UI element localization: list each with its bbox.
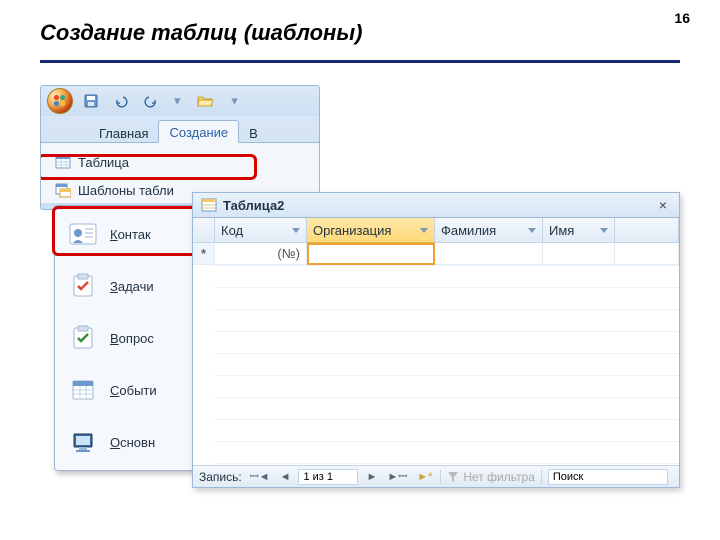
- ribbon-table-templates-label: Шаблоны табли: [78, 183, 174, 198]
- datasheet-window: Таблица2 × Код Организация Фамилия Имя *…: [192, 192, 680, 488]
- menu-item-issues[interactable]: Вопрос: [58, 313, 196, 363]
- column-label: Фамилия: [441, 223, 496, 238]
- tab-partial[interactable]: В: [239, 122, 268, 143]
- ribbon-tabs: Главная Создание В: [41, 116, 319, 142]
- datasheet-title: Таблица2: [223, 198, 649, 213]
- cell-firstname[interactable]: [543, 243, 615, 265]
- issues-icon: [66, 323, 100, 353]
- menu-item-label: Событи: [110, 383, 157, 398]
- column-header-organization[interactable]: Организация: [307, 218, 435, 243]
- menu-item-events[interactable]: Событи: [58, 365, 196, 415]
- column-label: Организация: [313, 223, 391, 238]
- dropdown-caret-icon[interactable]: [528, 228, 536, 233]
- filter-icon: [447, 471, 459, 483]
- menu-item-label: Вопрос: [110, 331, 154, 346]
- quick-access-toolbar: ▾ ▾: [41, 86, 319, 116]
- menu-item-label: Основн: [110, 435, 155, 450]
- row-selector[interactable]: *: [193, 243, 215, 265]
- dropdown-caret-icon[interactable]: [420, 228, 428, 233]
- column-label: Имя: [549, 223, 574, 238]
- ribbon-table-button[interactable]: Таблица: [47, 149, 313, 175]
- cell-extra[interactable]: [615, 243, 679, 265]
- column-header-extra[interactable]: [615, 218, 679, 243]
- new-record-row[interactable]: * (№): [193, 243, 679, 265]
- nav-divider: [541, 470, 542, 484]
- table-templates-menu: Контак Задачи Вопрос Событи Основн: [54, 205, 200, 471]
- column-header-firstname[interactable]: Имя: [543, 218, 615, 243]
- title-underline: [40, 60, 680, 63]
- menu-item-assets[interactable]: Основн: [58, 417, 196, 467]
- redo-icon: [144, 94, 158, 108]
- close-button[interactable]: ×: [655, 197, 671, 213]
- nav-next-button[interactable]: ►: [364, 471, 379, 483]
- slide-number: 16: [674, 10, 690, 26]
- datasheet-titlebar: Таблица2 ×: [193, 193, 679, 218]
- select-all-cell[interactable]: [193, 218, 215, 243]
- record-navigation-bar: Запись: ꟷ◄ ◄ ► ►ꟷ ►* Нет фильтра: [193, 465, 679, 487]
- dropdown-caret-icon[interactable]: [600, 228, 608, 233]
- nav-last-button[interactable]: ►ꟷ: [385, 469, 409, 484]
- table-icon: [54, 153, 72, 171]
- tab-create[interactable]: Создание: [158, 120, 239, 143]
- datasheet-grid[interactable]: * (№): [193, 243, 679, 465]
- slide-title: Создание таблиц (шаблоны): [40, 20, 362, 46]
- nav-new-button[interactable]: ►*: [415, 471, 434, 483]
- column-header-id[interactable]: Код: [215, 218, 307, 243]
- assets-icon: [66, 427, 100, 457]
- menu-item-tasks[interactable]: Задачи: [58, 261, 196, 311]
- cell-organization-active[interactable]: [307, 243, 435, 265]
- datasheet-icon: [201, 197, 217, 213]
- search-input[interactable]: [548, 469, 668, 485]
- filter-status: Нет фильтра: [447, 470, 535, 484]
- tab-home[interactable]: Главная: [89, 122, 158, 143]
- column-headers: Код Организация Фамилия Имя: [193, 218, 679, 243]
- column-header-lastname[interactable]: Фамилия: [435, 218, 543, 243]
- undo-icon: [114, 94, 128, 108]
- qat-dropdown[interactable]: ▾: [224, 90, 246, 112]
- nav-first-button[interactable]: ꟷ◄: [248, 469, 272, 484]
- tasks-icon: [66, 271, 100, 301]
- record-position-input[interactable]: [298, 469, 358, 485]
- folder-open-icon: [197, 94, 213, 108]
- qat-redo-button[interactable]: [139, 90, 163, 112]
- events-icon: [66, 375, 100, 405]
- nav-divider: [440, 470, 441, 484]
- record-label: Запись:: [199, 470, 242, 484]
- menu-item-label: Задачи: [110, 279, 154, 294]
- column-label: Код: [221, 223, 243, 238]
- qat-open-button[interactable]: [192, 90, 218, 112]
- dropdown-caret-icon[interactable]: [292, 228, 300, 233]
- save-icon: [84, 94, 98, 108]
- cell-lastname[interactable]: [435, 243, 543, 265]
- table-templates-icon: [54, 181, 72, 199]
- ribbon-table-label: Таблица: [78, 155, 129, 170]
- qat-save-button[interactable]: [79, 90, 103, 112]
- office-button[interactable]: [47, 88, 73, 114]
- qat-undo-button[interactable]: [109, 90, 133, 112]
- nav-prev-button[interactable]: ◄: [278, 471, 293, 483]
- cell-id[interactable]: (№): [215, 243, 307, 265]
- qat-separator: ▾: [169, 90, 186, 112]
- highlight-contacts-item: [52, 206, 202, 256]
- office-logo-icon: [53, 94, 67, 108]
